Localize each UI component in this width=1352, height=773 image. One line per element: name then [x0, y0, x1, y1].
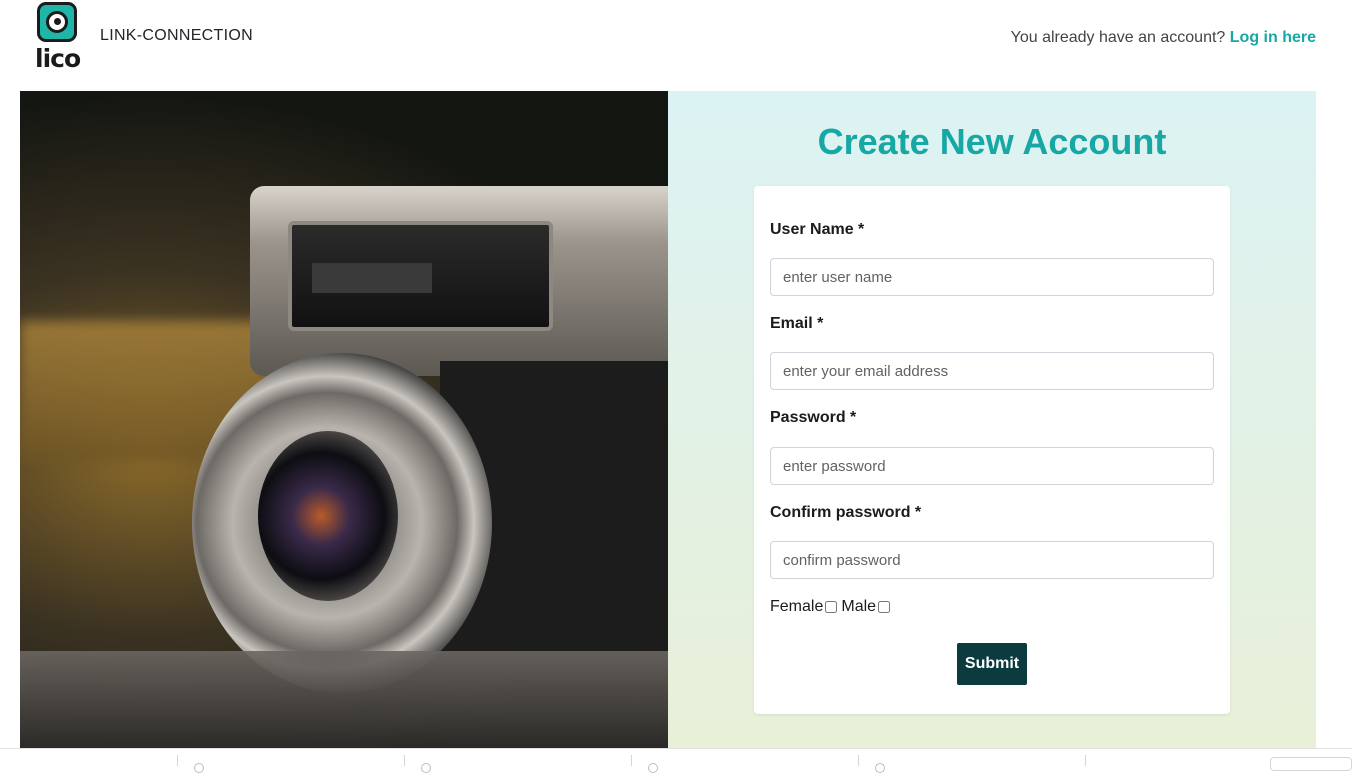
camera-lens-logo-icon [37, 2, 77, 42]
lico-logo[interactable]: lico [34, 2, 82, 74]
female-checkbox[interactable] [825, 601, 838, 613]
username-input[interactable] [770, 258, 1214, 296]
gender-options: Female Male [770, 598, 894, 616]
brand-name: LINK-CONNECTION [100, 27, 253, 44]
bottom-strip [0, 748, 1352, 773]
male-checkbox[interactable] [878, 601, 891, 613]
email-label: Email * [770, 315, 824, 332]
confirm-password-label: Confirm password * [770, 504, 922, 521]
female-label: Female [770, 598, 824, 615]
hero-camera-photo [20, 91, 668, 748]
login-link[interactable]: Log in here [1230, 29, 1316, 46]
bottom-control[interactable] [1270, 757, 1352, 771]
signup-form: User Name * Email * Password * Confirm p… [754, 186, 1230, 714]
password-label: Password * [770, 409, 857, 426]
confirm-password-input[interactable] [770, 541, 1214, 579]
username-label: User Name * [770, 221, 865, 238]
site-header: lico LINK-CONNECTION You already have an… [0, 0, 1352, 91]
login-prompt-text: You already have an account? [1010, 29, 1226, 46]
page-title: Create New Account [817, 121, 1167, 162]
login-prompt: You already have an account? Log in here [1011, 29, 1316, 47]
submit-button[interactable]: Submit [957, 643, 1027, 685]
email-input[interactable] [770, 352, 1214, 390]
logo-wordmark: lico [35, 44, 81, 73]
male-label: Male [841, 598, 877, 615]
password-input[interactable] [770, 447, 1214, 485]
signup-panel: Create New Account User Name * Email * P… [668, 91, 1316, 748]
